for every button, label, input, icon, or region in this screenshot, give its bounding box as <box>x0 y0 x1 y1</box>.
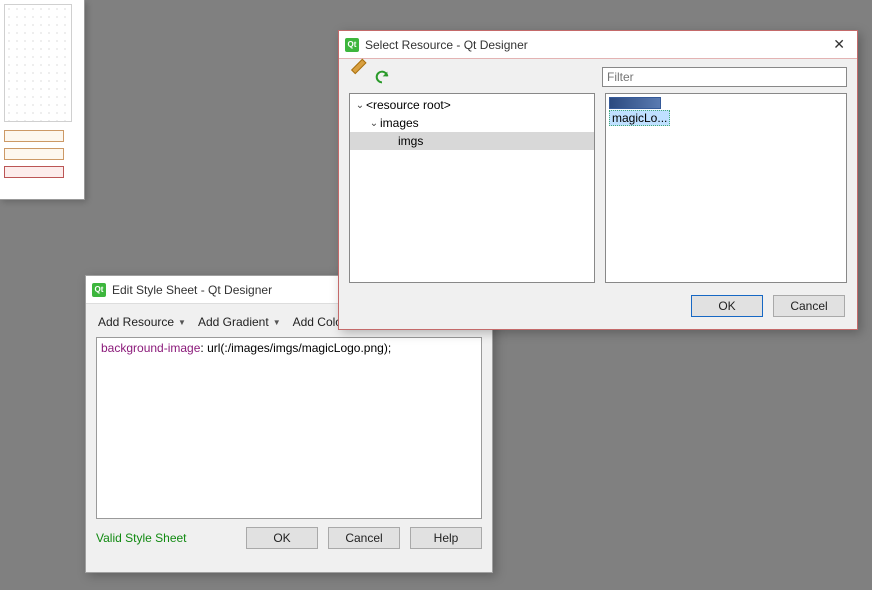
tree-label: imgs <box>398 134 423 148</box>
panes: ⌄ <resource root> ⌄ images imgs magicLo.… <box>339 93 857 283</box>
add-resource-menu[interactable]: Add Resource ▼ <box>96 313 194 331</box>
css-value: : url(:/images/imgs/magicLogo.png); <box>200 341 391 355</box>
tree-label: images <box>380 116 419 130</box>
add-gradient-menu[interactable]: Add Gradient ▼ <box>196 313 289 331</box>
footer: Valid Style Sheet OK Cancel Help <box>86 519 492 549</box>
window-title: Select Resource - Qt Designer <box>365 38 827 52</box>
resource-tree[interactable]: ⌄ <resource root> ⌄ images imgs <box>349 93 595 283</box>
css-property: background-image <box>101 341 200 355</box>
help-button[interactable]: Help <box>410 527 482 549</box>
validation-status: Valid Style Sheet <box>96 531 236 545</box>
add-resource-label: Add Resource <box>98 315 174 329</box>
add-color-menu[interactable]: Add Colo <box>291 313 344 331</box>
stylesheet-editor[interactable]: background-image: url(:/images/imgs/magi… <box>96 337 482 519</box>
add-gradient-label: Add Gradient <box>198 315 269 329</box>
resource-thumbnail[interactable]: magicLo... <box>609 97 670 125</box>
thumbnail-image <box>609 97 661 109</box>
tree-label: <resource root> <box>366 98 451 112</box>
qt-icon: Qt <box>345 38 359 52</box>
widget-row <box>4 148 64 160</box>
cancel-button[interactable]: Cancel <box>328 527 400 549</box>
close-icon[interactable]: ✕ <box>827 36 851 53</box>
widget-row <box>4 166 64 178</box>
tree-item-imgs[interactable]: imgs <box>350 132 594 150</box>
chevron-down-icon: ⌄ <box>354 100 366 111</box>
chevron-down-icon: ⌄ <box>368 118 380 129</box>
form-grid <box>4 4 72 122</box>
thumbnail-caption: magicLo... <box>609 110 670 126</box>
tree-item-images[interactable]: ⌄ images <box>350 114 594 132</box>
qt-icon: Qt <box>92 283 106 297</box>
reload-icon[interactable] <box>373 68 391 86</box>
titlebar[interactable]: Qt Select Resource - Qt Designer ✕ <box>339 31 857 59</box>
tree-root[interactable]: ⌄ <resource root> <box>350 96 594 114</box>
filter-input[interactable] <box>602 67 847 87</box>
chevron-down-icon: ▼ <box>273 318 281 327</box>
thumbnail-pane[interactable]: magicLo... <box>605 93 847 283</box>
edit-icon[interactable] <box>349 68 367 86</box>
cancel-button[interactable]: Cancel <box>773 295 845 317</box>
ok-button[interactable]: OK <box>246 527 318 549</box>
select-resource-window: Qt Select Resource - Qt Designer ✕ ⌄ <re… <box>338 30 858 330</box>
widget-row <box>4 130 64 142</box>
toolbar <box>339 59 857 93</box>
dialog-footer: OK Cancel <box>339 283 857 317</box>
chevron-down-icon: ▼ <box>178 318 186 327</box>
add-color-label: Add Colo <box>293 315 342 329</box>
designer-canvas-partial <box>0 0 85 200</box>
ok-button[interactable]: OK <box>691 295 763 317</box>
